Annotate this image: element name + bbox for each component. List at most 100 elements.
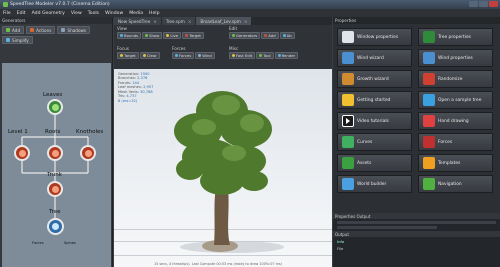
live-button[interactable]: Live <box>163 32 182 39</box>
group-title: Forces <box>172 46 186 51</box>
growth-wizard-button[interactable]: Growth wizard <box>337 70 412 88</box>
tree-root-icon <box>52 223 59 230</box>
menu-bar: File Edit Add Geometry View Tools Window… <box>0 9 500 17</box>
simplify-label: Simplify <box>12 37 29 43</box>
node-level1[interactable] <box>14 145 30 161</box>
node-roots[interactable] <box>47 145 63 161</box>
speedtree-logo-icon <box>3 2 8 7</box>
node-tree[interactable] <box>47 218 64 235</box>
tab-tree[interactable]: Tree.spm × <box>161 17 196 25</box>
templates-icon <box>423 157 435 169</box>
node-trunk[interactable] <box>47 181 63 197</box>
viewport-status: 15 secs, 4 threads(s). Last Compute 00:0… <box>154 262 283 266</box>
simplify-button[interactable]: Simplify <box>2 36 33 44</box>
templates-button[interactable]: Templates <box>418 154 493 172</box>
world-builder-button[interactable]: World builder <box>337 175 412 193</box>
properties-header: Properties <box>333 17 500 24</box>
node-leaves[interactable] <box>47 99 63 115</box>
wind-button[interactable]: Wind <box>195 52 215 59</box>
open-sample-tree-button[interactable]: Open a sample tree <box>418 91 493 109</box>
window-properties-button[interactable]: Window properties <box>337 28 412 46</box>
maximize-button[interactable] <box>479 1 488 7</box>
tab-label: New SpeedTree <box>118 18 151 24</box>
btn-label: Forces <box>438 139 453 145</box>
quick-access-grid: Window properties Tree properties Wind w… <box>337 28 495 193</box>
assets-button[interactable]: Assets <box>337 154 412 172</box>
menu-media[interactable]: Media <box>129 11 143 16</box>
add-edit-button[interactable]: Add <box>261 32 279 39</box>
ab-button[interactable]: Ab <box>279 32 295 39</box>
node-label-knotholes: Knotholes <box>76 129 104 135</box>
btn-label: Tree properties <box>438 34 471 40</box>
3d-viewport[interactable]: Generation: 1500 Branches: 2,376 Fronds:… <box>114 69 332 267</box>
close-button[interactable] <box>489 1 498 7</box>
forces-button[interactable]: Forces <box>172 52 195 59</box>
tree-properties-button[interactable]: Tree properties <box>418 28 493 46</box>
wind-properties-button[interactable]: Wind properties <box>418 49 493 67</box>
show-button[interactable]: Show <box>142 32 163 39</box>
menu-window[interactable]: Window <box>105 11 123 16</box>
focus-clear-button[interactable]: Clear <box>139 52 160 59</box>
randomize-icon <box>423 73 435 85</box>
btn-label: Wind wizard <box>357 55 384 61</box>
navigation-button[interactable]: Navigation <box>418 175 493 193</box>
tab-broadleaf[interactable]: BroadLeaf_Lev.spm × <box>196 17 252 25</box>
minimize-button[interactable] <box>469 1 478 7</box>
node-label-leaves: Leaves <box>43 92 63 98</box>
menu-edit[interactable]: Edit <box>17 11 26 16</box>
simplify-icon <box>6 38 10 42</box>
menu-tools[interactable]: Tools <box>88 11 99 16</box>
actions-icon <box>30 28 35 32</box>
generators-edit-button[interactable]: Generators <box>229 32 261 39</box>
shadows-button[interactable]: Shadows <box>57 26 91 34</box>
render-button[interactable]: Render <box>274 52 299 59</box>
node-label-roots: Roots <box>45 129 61 135</box>
actions-label: Actions <box>36 27 52 33</box>
bounds-button[interactable]: Bounds <box>117 32 142 39</box>
hand-drawing-icon <box>423 115 435 127</box>
close-icon[interactable]: × <box>153 19 157 24</box>
wind-wizard-button[interactable]: Wind wizard <box>337 49 412 67</box>
forces-icon <box>423 136 435 148</box>
menu-file[interactable]: File <box>3 11 11 16</box>
menu-help[interactable]: Help <box>149 11 159 16</box>
tab-new-speedtree[interactable]: New SpeedTree × <box>114 17 161 25</box>
video-tutorials-button[interactable]: Video tutorials <box>337 112 412 130</box>
add-button[interactable]: Add <box>2 26 25 34</box>
play-icon <box>346 118 350 124</box>
properties-output-area: Properties Output Output Info File <box>333 213 500 267</box>
close-icon[interactable]: × <box>244 19 248 24</box>
group-title: View <box>117 26 127 31</box>
actions-button[interactable]: Actions <box>26 26 56 34</box>
fast-edit-button[interactable]: Fast Edit <box>229 52 256 59</box>
mini-label-forces: Forces <box>32 241 44 245</box>
tool-button[interactable]: Tool <box>256 52 274 59</box>
btn-label: Hand drawing <box>438 118 469 124</box>
randomize-button[interactable]: Randomize <box>418 70 493 88</box>
btn-label: Assets <box>357 160 372 166</box>
btn-label: Generators <box>236 33 258 38</box>
focus-target-button[interactable]: Target <box>117 52 139 59</box>
node-knotholes[interactable] <box>80 145 96 161</box>
close-icon[interactable]: × <box>188 19 192 24</box>
btn-label: Ab <box>286 33 292 38</box>
hand-drawing-button[interactable]: Hand drawing <box>418 112 493 130</box>
menu-view[interactable]: View <box>71 11 82 16</box>
curves-button[interactable]: Curves <box>337 133 412 151</box>
target-icon <box>185 34 189 37</box>
group-title: Focus <box>117 46 129 51</box>
btn-label: Tool <box>263 53 271 58</box>
toolbar-group-misc: Misc Fast Edit Tool Render <box>229 46 299 59</box>
menu-add-geometry[interactable]: Add Geometry <box>32 11 65 16</box>
getting-started-button[interactable]: Getting started <box>337 91 412 109</box>
target-view-button[interactable]: Target <box>182 32 204 39</box>
tool-icon <box>259 54 263 57</box>
forces-panel-button[interactable]: Forces <box>418 133 493 151</box>
group-title: Edit <box>229 26 238 31</box>
world-builder-icon <box>342 178 354 190</box>
properties-output-tabs[interactable]: Properties Output <box>333 213 500 219</box>
bounds-icon <box>120 34 123 37</box>
live-icon <box>166 34 170 37</box>
node-label-level1: Level 1 <box>8 129 28 135</box>
wind-icon <box>198 54 202 57</box>
